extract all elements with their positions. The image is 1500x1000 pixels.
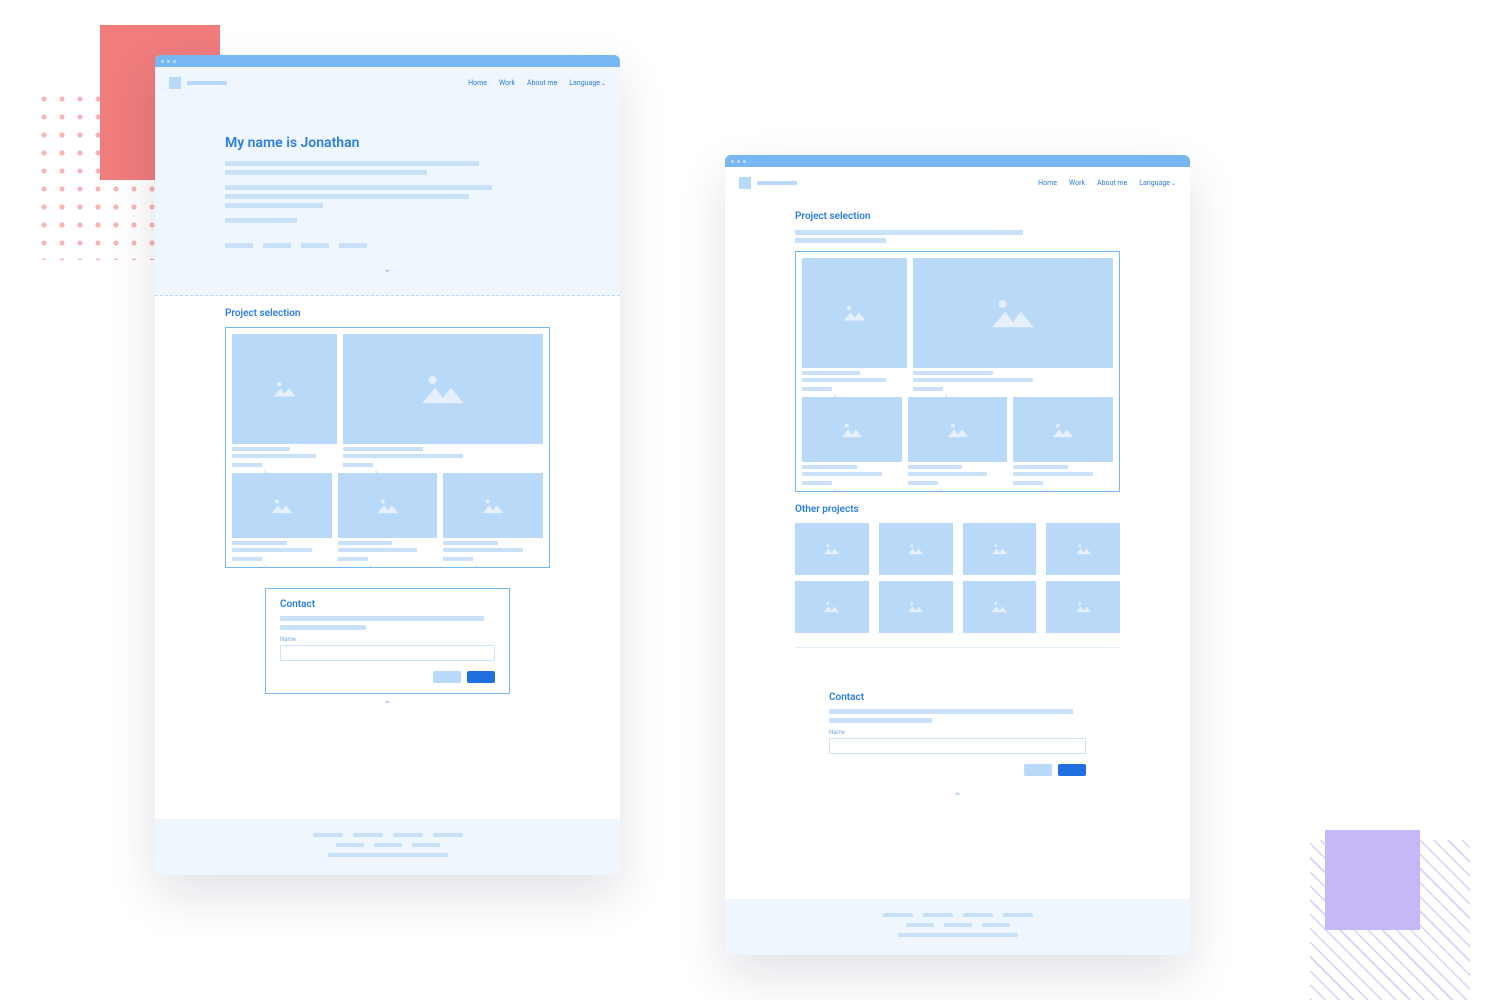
wireframe-work-page: Home Work About me Language⌄ Project sel… [725, 155, 1190, 955]
nav-about[interactable]: About me [1097, 179, 1127, 187]
browser-titlebar [155, 55, 620, 67]
other-projects-section: Other projects [725, 492, 1190, 662]
card-more-link[interactable] [913, 387, 943, 391]
project-card[interactable] [908, 397, 1008, 485]
image-placeholder-icon [232, 473, 332, 538]
scroll-down-chevron[interactable]: ⌄ [225, 258, 550, 281]
contact-section: Contact Name [815, 682, 1100, 786]
section-heading-contact: Contact [280, 599, 495, 610]
decorative-purple-block [1325, 830, 1420, 930]
image-placeholder-icon [1013, 397, 1113, 462]
hero-section: My name is Jonathan ⌄ [155, 99, 620, 296]
top-navigation: Home Work About me Language⌄ [155, 67, 620, 99]
image-placeholder-icon [908, 397, 1008, 462]
nav-home[interactable]: Home [1038, 179, 1057, 187]
contact-section: Contact Name [265, 588, 510, 694]
secondary-button[interactable] [1024, 764, 1052, 776]
wireframe-home-page: Home Work About me Language⌄ My name is … [155, 55, 620, 875]
site-logo[interactable] [169, 77, 227, 89]
nav-home[interactable]: Home [468, 79, 487, 87]
image-placeholder-icon [913, 258, 1113, 368]
other-project-thumb[interactable] [1046, 581, 1120, 633]
image-placeholder-icon [232, 334, 337, 444]
image-placeholder-icon [802, 397, 902, 462]
project-card[interactable] [1013, 397, 1113, 485]
card-more-link[interactable] [443, 557, 473, 561]
hero-title: My name is Jonathan [225, 135, 550, 151]
browser-titlebar [725, 155, 1190, 167]
card-more-link[interactable] [343, 463, 373, 467]
primary-submit-button[interactable] [1058, 764, 1086, 776]
project-selection-container [795, 251, 1120, 492]
section-heading-project-selection: Project selection [795, 211, 1120, 222]
name-field-label: Name [829, 729, 1086, 736]
chevron-down-icon: ⌄ [1171, 180, 1176, 187]
hero-tags [225, 243, 550, 248]
primary-submit-button[interactable] [467, 671, 495, 683]
image-placeholder-icon [338, 473, 438, 538]
scroll-to-top-chevron[interactable]: ⌃ [725, 786, 1190, 809]
scroll-to-top-chevron[interactable]: ⌃ [155, 694, 620, 717]
nav-about[interactable]: About me [527, 79, 557, 87]
card-more-link[interactable] [802, 387, 832, 391]
name-input[interactable] [280, 645, 495, 661]
other-project-thumb[interactable] [879, 581, 953, 633]
divider [795, 647, 1120, 648]
section-heading-contact: Contact [829, 692, 1086, 703]
project-card[interactable] [913, 258, 1113, 391]
project-card[interactable] [232, 473, 332, 561]
card-more-link[interactable] [232, 557, 262, 561]
page-footer [725, 899, 1190, 955]
nav-language[interactable]: Language⌄ [569, 79, 606, 87]
top-navigation: Home Work About me Language⌄ [725, 167, 1190, 199]
secondary-button[interactable] [433, 671, 461, 683]
other-project-thumb[interactable] [963, 581, 1037, 633]
card-more-link[interactable] [338, 557, 368, 561]
project-card[interactable] [443, 473, 543, 561]
project-card[interactable] [343, 334, 543, 467]
project-selection-section: Project selection [725, 199, 1190, 492]
site-logo[interactable] [739, 177, 797, 189]
nav-language[interactable]: Language⌄ [1139, 179, 1176, 187]
other-project-thumb[interactable] [795, 581, 869, 633]
project-selection-section: Project selection [155, 296, 620, 568]
card-more-link[interactable] [1013, 481, 1043, 485]
project-selection-container [225, 327, 550, 568]
image-placeholder-icon [343, 334, 543, 444]
image-placeholder-icon [443, 473, 543, 538]
section-heading-other-projects: Other projects [795, 504, 1120, 515]
name-input[interactable] [829, 738, 1086, 754]
card-more-link[interactable] [232, 463, 262, 467]
nav-work[interactable]: Work [1069, 179, 1085, 187]
page-footer [155, 819, 620, 875]
name-field-label: Name [280, 636, 495, 643]
project-card[interactable] [802, 397, 902, 485]
project-card[interactable] [338, 473, 438, 561]
nav-work[interactable]: Work [499, 79, 515, 87]
image-placeholder-icon [802, 258, 907, 368]
chevron-down-icon: ⌄ [601, 80, 606, 87]
